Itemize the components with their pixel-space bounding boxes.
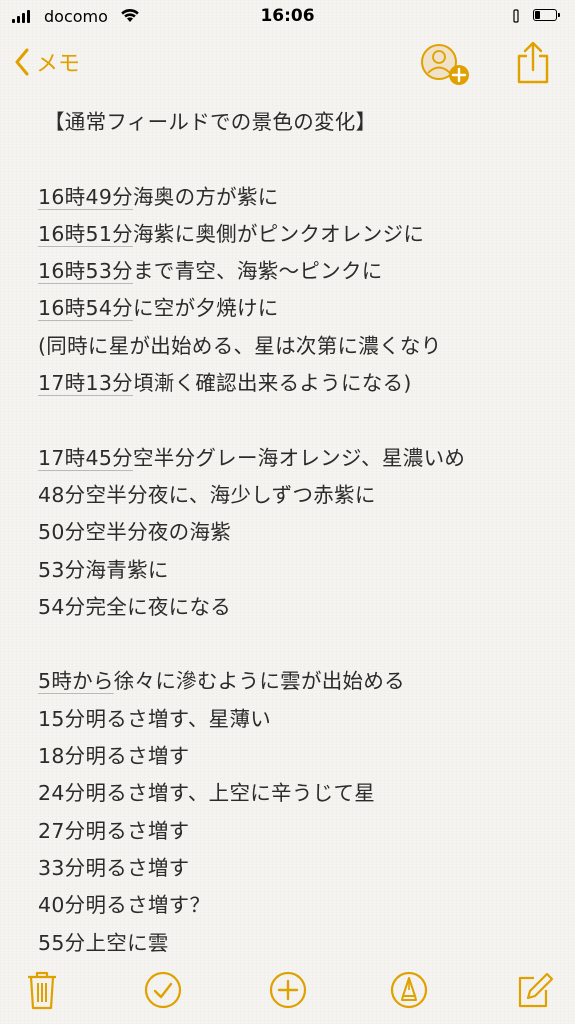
markup-button[interactable] — [387, 968, 431, 1012]
note-line: (同時に星が出始める、星は次第に濃くなり — [38, 328, 558, 365]
trash-icon — [28, 971, 56, 1010]
chevron-left-icon — [15, 48, 29, 76]
note-line: 16時54分に空が夕焼けに — [38, 290, 558, 327]
note-line-text: 海紫に奥側がピンクオレンジに — [132, 221, 425, 246]
time-link[interactable]: 16時49分 — [38, 185, 133, 209]
markup-icon — [390, 971, 428, 1009]
note-line: 18分明るさ増す — [38, 738, 558, 775]
back-button[interactable]: メモ — [14, 46, 80, 78]
note-line: 5時から徐々に滲むように雲が出始める — [38, 663, 558, 700]
share-button[interactable] — [515, 40, 551, 84]
note-line: 24分明るさ増す、上空に辛うじて星 — [38, 775, 558, 812]
checklist-button[interactable] — [141, 968, 185, 1012]
note-line-text: 24分明るさ増す、上空に辛うじて星 — [38, 781, 376, 806]
note-line-text: 53分海青紫に — [38, 557, 169, 582]
note-line-text: 48分空半分夜に、海少しずつ赤紫に — [38, 482, 376, 507]
status-bar: docomo 16:06 — [0, 0, 575, 34]
note-line: 16時53分まで青空、海紫〜ピンクに — [38, 253, 558, 290]
battery-level — [535, 11, 541, 19]
battery-icon — [533, 9, 560, 21]
note-block-evening: 17時45分空半分グレー海オレンジ、星濃いめ 48分空半分夜に、海少しずつ赤紫に 5… — [38, 440, 558, 626]
note-line: 27分明るさ増す — [38, 813, 558, 850]
time-link[interactable]: 16時54分 — [38, 296, 133, 320]
note-line: 55分上空に雲 — [38, 925, 558, 962]
note-line: 40分明るさ増す？ — [38, 887, 558, 924]
note-line-text: 54分完全に夜になる — [38, 594, 232, 619]
note-line-text: 40分明るさ増す？ — [38, 893, 211, 918]
note-line-text: に空が夕焼けに — [132, 296, 279, 321]
checklist-icon — [144, 971, 182, 1009]
note-block-dusk: 16時49分海奥の方が紫に 16時51分海紫に奥側がピンクオレンジに 16時53分ま… — [38, 179, 558, 403]
note-line: 16時51分海紫に奥側がピンクオレンジに — [38, 216, 558, 253]
note-line: 53分海青紫に — [38, 552, 558, 589]
delete-button[interactable] — [20, 968, 64, 1012]
time-link[interactable]: 16時51分 — [38, 222, 133, 246]
nav-bar: メモ — [0, 34, 575, 100]
add-button[interactable] — [266, 968, 310, 1012]
note-line-text: (同時に星が出始める、星は次第に濃くなり — [38, 333, 442, 358]
note-line: 33分明るさ増す — [38, 850, 558, 887]
compose-icon — [518, 972, 554, 1008]
time-link[interactable]: 17時45分 — [38, 446, 133, 470]
time-link[interactable]: 16時53分 — [38, 259, 133, 283]
note-line: 16時49分海奥の方が紫に — [38, 179, 558, 216]
note-title: 【通常フィールドでの景色の変化】 — [44, 110, 377, 134]
note-line-text: 55分上空に雲 — [38, 930, 169, 955]
note-block-dawn: 5時から徐々に滲むように雲が出始める 15分明るさ増す、星薄い 18分明るさ増す 24… — [38, 663, 558, 961]
bottom-toolbar — [0, 960, 575, 1024]
note-line: 48分空半分夜に、海少しずつ赤紫に — [38, 477, 558, 514]
add-people-button[interactable] — [419, 42, 473, 88]
note-line-text: 空半分グレー海オレンジ、星濃いめ — [132, 445, 466, 470]
note-line-text: 18分明るさ増す — [38, 744, 190, 769]
note-line-text: 15分明るさ増す、星薄い — [38, 706, 272, 731]
note-line-text: まで青空、海紫〜ピンクに — [132, 259, 383, 284]
note-line-text: 頃漸く確認出来るようになる) — [132, 371, 412, 396]
time-link[interactable]: 17時13分 — [38, 371, 133, 395]
note-line: 15分明るさ増す、星薄い — [38, 701, 558, 738]
note-line-text: 50分空半分夜の海紫 — [38, 520, 232, 545]
note-line-text: 徐々に滲むように雲が出始める — [113, 669, 405, 694]
note-line-text: 27分明るさ増す — [38, 818, 190, 843]
add-person-icon — [421, 44, 469, 85]
back-label: メモ — [36, 52, 81, 77]
note-line-text: 海奥の方が紫に — [132, 184, 279, 209]
note-line: 17時13分頃漸く確認出来るようになる) — [38, 365, 558, 402]
note-line: 17時45分空半分グレー海オレンジ、星濃いめ — [38, 440, 558, 477]
note-line: 50分空半分夜の海紫 — [38, 514, 558, 551]
share-icon — [517, 41, 549, 84]
add-icon — [269, 971, 307, 1009]
status-time: 16:06 — [260, 6, 315, 26]
note-line: 54分完全に夜になる — [38, 589, 558, 626]
compose-button[interactable] — [512, 968, 556, 1012]
battery-percent-icon — [511, 8, 521, 29]
note-line-text: 33分明るさ増す — [38, 855, 190, 880]
time-link[interactable]: 5時から — [38, 669, 114, 693]
note-body[interactable]: 【通常フィールドでの景色の変化】 16時49分海奥の方が紫に 16時51分海紫に奥… — [38, 104, 558, 962]
